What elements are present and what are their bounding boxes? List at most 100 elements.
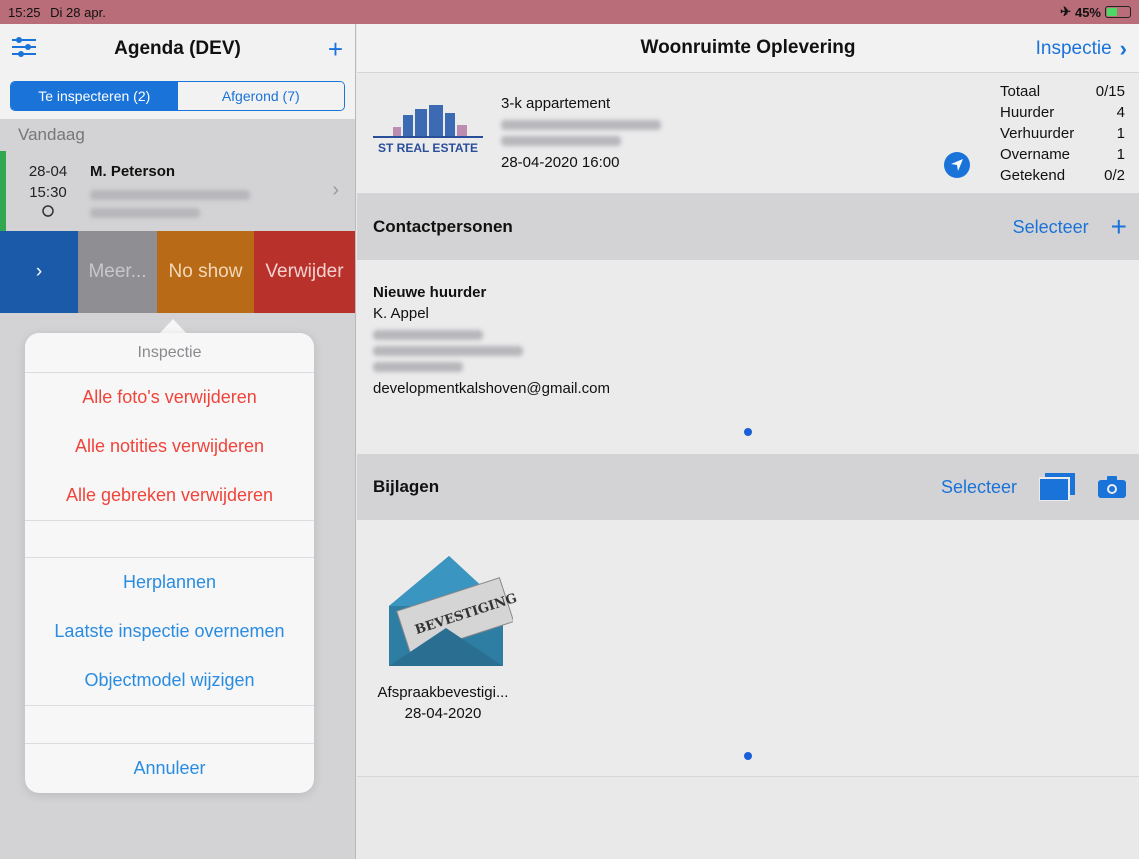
page-indicator-dot bbox=[744, 428, 752, 436]
delete-photos-button[interactable]: Alle foto's verwijderen bbox=[25, 373, 314, 422]
company-logo: ST REAL ESTATE bbox=[373, 103, 483, 155]
battery-fill bbox=[1107, 8, 1117, 16]
contact-card[interactable]: Nieuwe huurder K. Appel developmentkalsh… bbox=[357, 260, 1139, 454]
blurred-address-line bbox=[90, 208, 200, 218]
appointment-row[interactable]: 28-04 15:30 M. Peterson › bbox=[0, 151, 355, 231]
appointment-name: M. Peterson bbox=[90, 163, 176, 180]
inspection-info-card: ST REAL ESTATE 3-k appartement 28-04-202… bbox=[357, 73, 1139, 194]
inspectie-action-sheet: Inspectie Alle foto's verwijderen Alle n… bbox=[25, 333, 314, 793]
chevron-right-icon: › bbox=[1119, 36, 1127, 61]
stat-label: Overname bbox=[1000, 146, 1071, 163]
apartment-type: 3-k appartement bbox=[501, 95, 611, 112]
contacts-select-button[interactable]: Selecteer bbox=[1013, 217, 1089, 238]
segment-afgerond[interactable]: Afgerond (7) bbox=[177, 82, 344, 110]
detail-pane: Woonruimte Oplevering Inspectie › ST REA… bbox=[357, 24, 1139, 859]
battery-icon bbox=[1105, 6, 1131, 18]
swipe-actions: › Meer... No show Verwijder bbox=[0, 231, 355, 313]
inspection-datetime: 28-04-2020 16:00 bbox=[501, 154, 620, 171]
attachments-select-button[interactable]: Selecteer bbox=[941, 477, 1017, 498]
swipe-delete-button[interactable]: Verwijder bbox=[254, 231, 355, 313]
status-left: 15:25 Di 28 apr. bbox=[8, 5, 112, 20]
blurred-contact-line bbox=[373, 346, 523, 356]
reschedule-button[interactable]: Herplannen bbox=[25, 558, 314, 607]
delete-notes-button[interactable]: Alle notities verwijderen bbox=[25, 422, 314, 471]
contacts-title: Contactpersonen bbox=[373, 217, 513, 236]
contacts-actions: Selecteer + bbox=[1013, 194, 1127, 260]
filter-sliders-icon[interactable] bbox=[12, 36, 36, 62]
swipe-open-button[interactable]: › bbox=[0, 231, 78, 313]
appointment-info: M. Peterson bbox=[90, 151, 250, 231]
chevron-right-icon: › bbox=[332, 179, 339, 201]
company-logo-text: ST REAL ESTATE bbox=[377, 141, 478, 155]
segment-te-inspecteren[interactable]: Te inspecteren (2) bbox=[11, 82, 178, 110]
sync-icon bbox=[6, 203, 90, 224]
blurred-address-line bbox=[501, 136, 621, 146]
change-object-model-button[interactable]: Objectmodel wijzigen bbox=[25, 656, 314, 705]
attachment-name: Afspraakbevestigi... bbox=[377, 684, 509, 701]
swipe-more-button[interactable]: Meer... bbox=[78, 231, 157, 313]
attachment-date: 28-04-2020 bbox=[404, 705, 482, 722]
stat-row: Totaal 0/15 bbox=[1000, 81, 1125, 102]
contact-name: K. Appel bbox=[373, 305, 429, 322]
copy-last-inspection-button[interactable]: Laatste inspectie overnemen bbox=[25, 607, 314, 656]
blurred-address-line bbox=[501, 120, 661, 130]
status-time: 15:25 bbox=[8, 4, 41, 20]
stat-value: 0/2 bbox=[1104, 167, 1125, 184]
page-indicator-dot bbox=[744, 752, 752, 760]
contact-email: developmentkalshoven@gmail.com bbox=[373, 380, 611, 397]
stat-label: Totaal bbox=[1000, 83, 1041, 100]
appointment-date: 28-04 bbox=[28, 163, 68, 180]
stat-label: Getekend bbox=[1000, 167, 1066, 184]
status-date: Di 28 apr. bbox=[50, 4, 106, 20]
stat-label: Verhuurder bbox=[1000, 125, 1075, 142]
add-icon[interactable]: + bbox=[328, 36, 343, 62]
detail-nav-bar: Woonruimte Oplevering Inspectie › bbox=[357, 24, 1139, 73]
action-sheet-separator bbox=[25, 705, 314, 743]
delete-defects-button[interactable]: Alle gebreken verwijderen bbox=[25, 471, 314, 520]
stat-row: Huurder 4 bbox=[1000, 102, 1125, 123]
stat-row: Verhuurder 1 bbox=[1000, 123, 1125, 144]
inspection-stats: Totaal 0/15 Huurder 4 Verhuurder 1 Overname 1 Ge… bbox=[1000, 81, 1125, 186]
action-sheet-title: Inspectie bbox=[25, 333, 314, 373]
stat-value: 0/15 bbox=[1095, 83, 1125, 100]
blurred-contact-line bbox=[373, 362, 463, 372]
stat-row: Getekend 0/2 bbox=[1000, 165, 1125, 186]
battery-percent: 45% bbox=[1074, 4, 1101, 20]
camera-icon[interactable] bbox=[1097, 475, 1127, 499]
navigation-arrow-icon[interactable] bbox=[944, 152, 970, 178]
stat-value: 1 bbox=[1116, 146, 1125, 163]
stat-value: 4 bbox=[1116, 104, 1125, 121]
agenda-title: Agenda (DEV) bbox=[114, 37, 241, 59]
detail-title: Woonruimte Oplevering bbox=[640, 37, 856, 58]
inspectie-nav-label: Inspectie bbox=[1035, 38, 1112, 59]
segmented-control: Te inspecteren (2) Afgerond (7) bbox=[10, 81, 345, 111]
inspectie-nav-button[interactable]: Inspectie › bbox=[1036, 36, 1127, 62]
swipe-noshow-button[interactable]: No show bbox=[157, 231, 254, 313]
blurred-address-line bbox=[90, 190, 250, 200]
stat-value: 1 bbox=[1116, 125, 1125, 142]
status-right: ✈ 45% bbox=[1060, 4, 1131, 20]
envelope-thumbnail: BEVESTIGING bbox=[373, 546, 519, 682]
attachments-actions: Selecteer bbox=[941, 454, 1127, 520]
popover-arrow bbox=[159, 319, 187, 334]
add-contact-icon[interactable]: + bbox=[1111, 213, 1127, 241]
segment-wrap: Te inspecteren (2) Afgerond (7) bbox=[0, 73, 355, 119]
contacts-header: Contactpersonen Selecteer + bbox=[357, 194, 1139, 260]
status-bar: 15:25 Di 28 apr. ✈ 45% bbox=[0, 0, 1139, 24]
agenda-nav-bar: Agenda (DEV) + bbox=[0, 24, 355, 73]
gallery-icon[interactable] bbox=[1039, 473, 1075, 501]
section-header-vandaag: Vandaag bbox=[0, 119, 355, 151]
airplane-icon: ✈ bbox=[1060, 4, 1071, 19]
attachments-title: Bijlagen bbox=[373, 477, 440, 496]
contact-role: Nieuwe huurder bbox=[373, 284, 487, 301]
appointment-hour: 15:30 bbox=[29, 184, 67, 201]
cancel-button[interactable]: Annuleer bbox=[25, 743, 314, 792]
appointment-time: 28-04 15:30 bbox=[6, 151, 90, 231]
attachments-list: BEVESTIGING Afspraakbevestigi... 28-04-2… bbox=[357, 520, 1139, 777]
blurred-contact-line bbox=[373, 330, 483, 340]
attachments-header: Bijlagen Selecteer bbox=[357, 454, 1139, 520]
stat-label: Huurder bbox=[1000, 104, 1055, 121]
action-sheet-separator bbox=[25, 520, 314, 558]
address-block: 3-k appartement 28-04-2020 16:00 bbox=[501, 93, 661, 173]
attachment-item[interactable]: BEVESTIGING Afspraakbevestigi... 28-04-2… bbox=[373, 546, 519, 724]
